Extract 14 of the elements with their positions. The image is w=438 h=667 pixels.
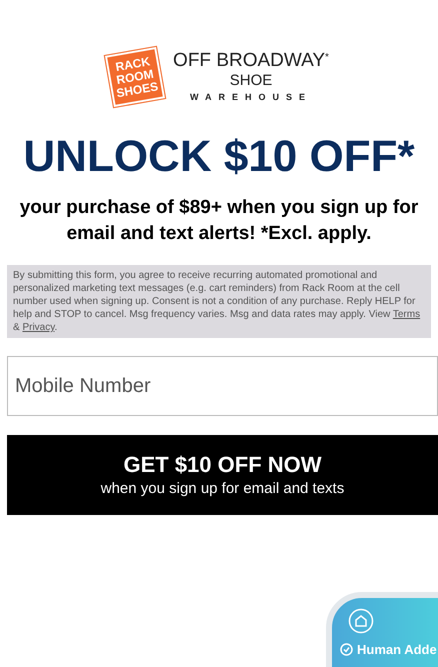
mobile-number-field[interactable]: Mobile Number xyxy=(7,356,438,416)
submit-button[interactable]: GET $10 OFF NOW when you sign up for email and texts xyxy=(7,435,438,515)
headline: UNLOCK $10 OFF* xyxy=(22,131,416,183)
brand-sub: WAREHOUSE xyxy=(190,91,312,104)
disclaimer: By submitting this form, you agree to receive recurring automated promotional and personalized marketing text messages (e.g. cart reminders) from Rack Room at the cell number used when signing up. Consent is not a condition of any purchase. Reply HELP for help and STOP to cancel. Msg frequency varies. Msg and data rates may apply. View Terms & Privacy. xyxy=(7,265,431,338)
brand-name: OFF BROADWAY xyxy=(173,50,326,72)
terms-link[interactable]: Terms xyxy=(392,309,420,320)
privacy-link[interactable]: Privacy xyxy=(22,322,54,333)
home-icon xyxy=(348,608,374,634)
brand-mark: * xyxy=(325,51,329,65)
brand-sub: SHOE xyxy=(230,72,272,90)
badge-label: Human Adde xyxy=(357,641,437,659)
subhead: your purchase of $89+ when you sign up for email and text alerts! *Excl. apply. xyxy=(18,196,420,246)
check-icon xyxy=(340,643,353,656)
